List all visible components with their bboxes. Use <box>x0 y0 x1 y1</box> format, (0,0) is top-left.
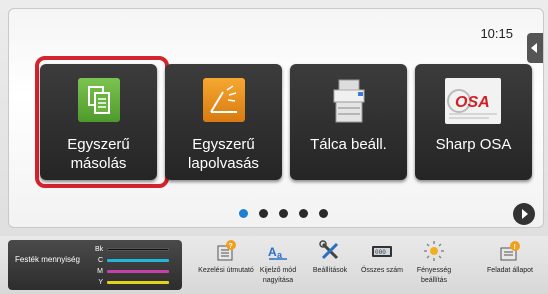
toner-row-c: C <box>95 257 169 264</box>
tile-easy-copy[interactable]: Egyszerű másolás <box>40 64 157 180</box>
bottom-bar: Festék mennyiség Bk C M Y ? Kezelési útm… <box>0 236 548 294</box>
main-area: 10:15 Egyszerű másolás Egyszerű lapolvas… <box>8 8 544 228</box>
svg-text:A: A <box>268 245 277 259</box>
toner-channel-label: Bk <box>95 246 104 253</box>
toner-channel-label: Y <box>98 279 103 286</box>
page-dot[interactable] <box>259 209 268 218</box>
job-status-icon: ! <box>499 240 521 262</box>
page-indicator <box>239 209 328 218</box>
toner-channel-label: C <box>97 257 103 264</box>
toner-bar-c <box>107 259 169 262</box>
settings-label: Beállítások <box>312 267 348 274</box>
tile-easy-scan[interactable]: Egyszerű lapolvasás <box>165 64 282 180</box>
total-count-label: Összes szám <box>360 267 403 274</box>
job-status-label: Feladat állapot <box>487 267 533 274</box>
settings-tools-icon <box>319 240 341 262</box>
copy-icon <box>78 78 120 122</box>
total-count-button[interactable]: 000 Összes szám <box>358 240 406 292</box>
svg-text:!: ! <box>514 244 516 251</box>
job-status-button[interactable]: ! Feladat állapot <box>486 240 534 292</box>
counter-icon: 000 <box>371 240 393 262</box>
svg-text:000: 000 <box>375 249 386 256</box>
clock: 10:15 <box>480 26 513 41</box>
zoom-display-button[interactable]: A a Kijelző mód nagyítása <box>254 240 302 292</box>
scan-icon <box>203 78 245 122</box>
side-panel-toggle-button[interactable] <box>527 33 543 63</box>
svg-text:OSA: OSA <box>455 94 490 111</box>
svg-text:?: ? <box>229 243 233 250</box>
tile-tray-settings-label: Tálca beáll. <box>310 136 387 153</box>
tile-tray-settings[interactable]: Tálca beáll. <box>290 64 407 180</box>
toner-level-panel[interactable]: Festék mennyiség Bk C M Y <box>8 240 182 290</box>
home-screen: 10:15 Egyszerű másolás Egyszerű lapolvas… <box>0 0 548 294</box>
tile-sharp-osa[interactable]: OSA Sharp OSA <box>415 64 532 180</box>
next-page-button[interactable] <box>513 203 535 225</box>
toner-row-bk: Bk <box>95 246 169 253</box>
zoom-display-label: Kijelző mód nagyítása <box>259 267 297 284</box>
brightness-icon <box>423 240 445 262</box>
tile-sharp-osa-label: Sharp OSA <box>435 136 512 153</box>
manual-label: Kezelési útmutató <box>198 267 254 274</box>
tile-easy-copy-label: Egyszerű másolás <box>67 136 130 172</box>
toner-bar-m <box>107 270 169 273</box>
manual-button[interactable]: ? Kezelési útmutató <box>198 240 254 292</box>
toner-title: Festék mennyiség <box>15 255 80 264</box>
printer-tray-icon <box>324 78 374 123</box>
page-dot[interactable] <box>299 209 308 218</box>
osa-logo-icon: OSA <box>445 78 501 124</box>
page-dot[interactable] <box>239 209 248 218</box>
settings-button[interactable]: Beállítások <box>306 240 354 292</box>
toner-row-y: Y <box>95 279 169 286</box>
page-dot[interactable] <box>279 209 288 218</box>
toner-bar-y <box>107 281 169 284</box>
brightness-button[interactable]: Fényesség beállítás <box>410 240 458 292</box>
tile-easy-scan-label: Egyszerű lapolvasás <box>188 136 259 172</box>
toner-bar-bk <box>107 248 169 251</box>
brightness-label: Fényesség beállítás <box>416 267 452 284</box>
toner-row-m: M <box>95 268 169 275</box>
toner-channel-label: M <box>97 268 103 275</box>
manual-icon: ? <box>215 240 237 262</box>
zoom-display-icon: A a <box>267 240 289 262</box>
page-dot[interactable] <box>319 209 328 218</box>
